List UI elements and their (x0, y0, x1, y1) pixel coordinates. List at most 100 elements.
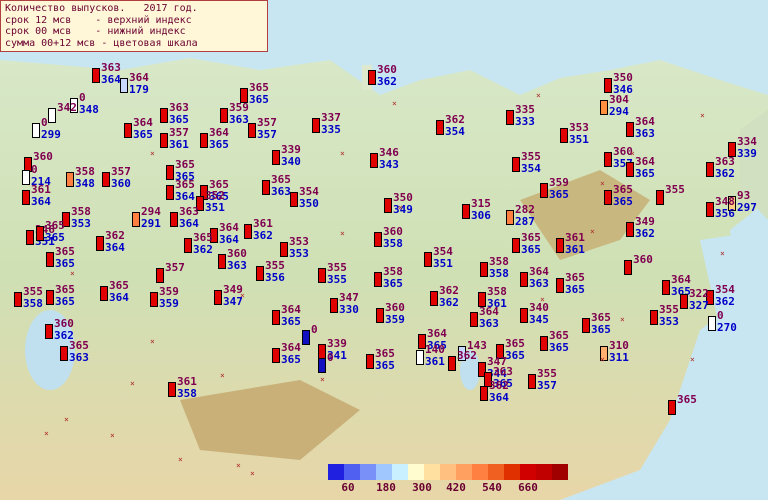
station-color-bar (166, 165, 174, 180)
station-lower-index: 354 (445, 125, 465, 138)
missing-station-mark: × (70, 269, 75, 278)
station-upper-index: 357 (169, 126, 189, 139)
station-lower-index: 306 (471, 209, 491, 222)
missing-station-mark: × (130, 379, 135, 388)
station-color-bar (512, 157, 520, 172)
missing-station-mark: × (600, 355, 605, 364)
station-upper-index: 340 (529, 301, 549, 314)
station-lower-index: 357 (257, 128, 277, 141)
missing-station-mark: × (340, 149, 345, 158)
station-upper-index: 364 (529, 265, 549, 278)
station-color-bar (272, 150, 280, 165)
station-upper-index: 360 (633, 253, 653, 266)
color-scale-swatch (424, 464, 440, 480)
station-lower-index: 348 (79, 103, 99, 116)
station-color-bar (436, 120, 444, 135)
station-upper-index: 346 (379, 146, 399, 159)
station-lower-index: 364 (219, 233, 239, 246)
station-color-bar (560, 128, 568, 143)
station-upper-index: 357 (111, 165, 131, 178)
station-color-bar (604, 78, 612, 93)
station-color-bar (248, 123, 256, 138)
station-color-bar (200, 133, 208, 148)
station-lower-index: 364 (109, 291, 129, 304)
station-color-bar (424, 252, 432, 267)
station-upper-index: 355 (265, 259, 285, 272)
station-upper-index: 360 (54, 317, 74, 330)
station-upper-index: 362 (105, 229, 125, 242)
station-upper-index: 354 (433, 245, 453, 258)
color-scale-tick-label: 180 (376, 481, 396, 494)
station-lower-index: 270 (717, 321, 737, 334)
station-lower-index: 340 (281, 155, 301, 168)
station-lower-index: 360 (111, 177, 131, 190)
station-lower-index: 365 (55, 295, 75, 308)
color-scale-tick-label: 300 (412, 481, 432, 494)
station-color-bar (290, 192, 298, 207)
station-lower-index: 335 (321, 123, 341, 136)
station-color-bar (92, 68, 100, 83)
station-color-bar (124, 123, 132, 138)
station-upper-index: 362 (489, 379, 509, 392)
stations-layer: 363 364 364 179 365 365 360 362 350 346 304 294 0 348… (0, 0, 768, 500)
color-scale-swatch (328, 464, 344, 480)
color-scale-tick-label: 60 (341, 481, 355, 494)
station-lower-index: 364 (101, 73, 121, 86)
station-lower-index: 361 (565, 243, 585, 256)
station-upper-index: 363 (493, 365, 513, 378)
station-color-bar (556, 238, 564, 253)
station-upper-index: 354 (299, 185, 319, 198)
station-upper-index: 365 (55, 245, 75, 258)
missing-station-mark: × (620, 315, 625, 324)
color-scale-swatch (376, 464, 392, 480)
station-lower-index: 353 (659, 315, 679, 328)
station-lower-index: 365 (549, 188, 569, 201)
station-color-bar (556, 278, 564, 293)
station-lower-index: 287 (515, 215, 535, 228)
station-upper-index: 140 (425, 343, 445, 356)
station-upper-index: 358 (487, 285, 507, 298)
color-scale-swatch (392, 464, 408, 480)
station-upper-index: 364 (281, 341, 301, 354)
station-upper-index: 360 (385, 301, 405, 314)
station-lower-index: 365 (281, 315, 301, 328)
station-color-bar (318, 268, 326, 283)
station-color-bar (582, 318, 590, 333)
station-upper-index: 363 (179, 205, 199, 218)
station-color-bar (22, 190, 30, 205)
station-lower-index: 363 (529, 277, 549, 290)
synoptic-map: Количество выпусков. 2017 год. срок 12 м… (0, 0, 768, 500)
station-lower-index: 365 (549, 341, 569, 354)
station-lower-index: 365 (133, 128, 153, 141)
station-upper-index: 359 (229, 101, 249, 114)
color-scale-swatch (536, 464, 552, 480)
station-color-bar (540, 336, 548, 351)
station-lower-index: 351 (205, 201, 225, 214)
station-color-bar (708, 316, 716, 331)
station-upper-index: 350 (613, 71, 633, 84)
station-color-bar (318, 344, 326, 359)
station-color-bar (520, 308, 528, 323)
color-scale-swatch (408, 464, 424, 480)
station-upper-index: 364 (209, 126, 229, 139)
station-upper-index: 355 (537, 367, 557, 380)
station-color-bar (416, 350, 424, 365)
missing-station-mark: × (320, 375, 325, 384)
missing-station-mark: × (630, 149, 635, 158)
station-lower-index: 351 (569, 133, 589, 146)
missing-station-mark: × (64, 415, 69, 424)
station-upper-index: 339 (281, 143, 301, 156)
station-upper-index: 359 (159, 285, 179, 298)
station-upper-index: 0 (717, 309, 724, 322)
station-lower-index: 361 (425, 355, 445, 368)
station-color-bar (462, 204, 470, 219)
station-upper-index: 0 (311, 323, 318, 336)
station-color-bar (624, 260, 632, 275)
missing-station-mark: × (700, 111, 705, 120)
station-lower-index: 343 (379, 158, 399, 171)
station-upper-index: 365 (55, 283, 75, 296)
station-lower-index: 339 (737, 147, 757, 160)
missing-station-mark: × (690, 355, 695, 364)
station-lower-index: 311 (609, 351, 629, 364)
station-upper-index: 353 (569, 121, 589, 134)
